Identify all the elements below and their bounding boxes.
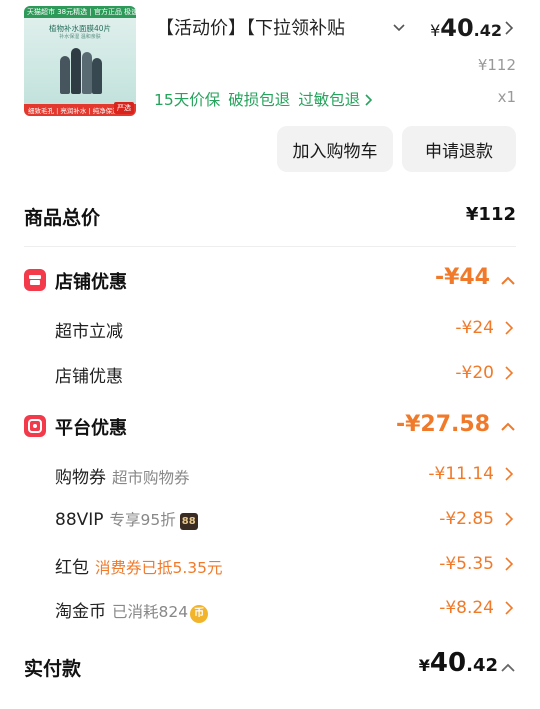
item-sub: 消费券已抵5.35元 xyxy=(95,559,223,577)
platform-icon xyxy=(24,415,46,437)
store-item-label: 超市立减 xyxy=(55,322,123,342)
thumb-top-bar: 天猫超市 38元精选 | 官方正品 极速送达 xyxy=(24,6,136,18)
platform-item-value[interactable]: -¥11.14 xyxy=(428,464,494,484)
vip-badge-icon: 88 xyxy=(179,513,198,530)
store-item-label: 店铺优惠 xyxy=(55,367,123,387)
store-item-value[interactable]: -¥24 xyxy=(455,318,494,338)
item-sub: 超市购物券 xyxy=(112,469,190,487)
item-label: 购物券 xyxy=(55,468,106,488)
chevron-right-icon[interactable] xyxy=(504,366,514,380)
item-label: 淘金币 xyxy=(55,602,106,622)
platform-item-coupon: 购物券 超市购物券 xyxy=(55,463,190,488)
pay-value[interactable]: ¥40.42 xyxy=(419,648,498,678)
item-label: 88VIP xyxy=(55,510,104,530)
platform-discount-value[interactable]: -¥27.58 xyxy=(396,412,490,437)
total-value: ¥112 xyxy=(465,204,516,225)
add-to-cart-button[interactable]: 加入购物车 xyxy=(277,126,393,172)
product-title[interactable]: 【活动价】【下拉领补贴 xyxy=(156,14,386,44)
pay-label: 实付款 xyxy=(24,658,82,680)
guarantee-allergy-return: 过敏包退 xyxy=(298,91,361,109)
price-int: 40 xyxy=(440,14,474,42)
platform-item-vip: 88VIP 专享95折 88 xyxy=(55,508,198,530)
thumb-subtitle: 补水保湿 温和亲肤 xyxy=(59,34,101,40)
item-label: 红包 xyxy=(55,558,89,578)
item-sub: 专享95折 xyxy=(109,511,176,529)
pay-currency: ¥ xyxy=(418,656,430,675)
chevron-right-icon[interactable] xyxy=(504,467,514,481)
product-card[interactable]: 天猫超市 38元精选 | 官方正品 极速送达 植物补水面膜40片 补水保湿 温和… xyxy=(0,0,540,190)
guarantee-price-protect: 15天价保 xyxy=(154,91,221,109)
platform-item-value[interactable]: -¥5.35 xyxy=(439,554,494,574)
platform-item-coins: 淘金币 已消耗824 币 xyxy=(55,597,209,623)
refund-button[interactable]: 申请退款 xyxy=(402,126,516,172)
chevron-right-icon xyxy=(365,94,373,106)
total-label: 商品总价 xyxy=(24,207,101,229)
price-currency: ¥ xyxy=(430,21,441,40)
guarantee-links[interactable]: 15天价保 破损包退 过敏包退 xyxy=(154,88,373,110)
platform-item-value[interactable]: -¥2.85 xyxy=(439,509,494,529)
item-sub: 已消耗824 xyxy=(112,603,189,621)
coin-icon: 币 xyxy=(190,605,209,623)
quantity: x1 xyxy=(497,88,516,106)
store-discount-label: 店铺优惠 xyxy=(55,272,127,293)
chevron-up-icon[interactable] xyxy=(500,275,516,287)
pay-int: 40 xyxy=(429,648,467,678)
thumb-badge: 严选 xyxy=(114,102,134,114)
store-item-value[interactable]: -¥20 xyxy=(455,363,494,383)
chevron-down-icon[interactable] xyxy=(391,20,407,36)
chevron-right-icon[interactable] xyxy=(504,601,514,615)
store-discount-value[interactable]: -¥44 xyxy=(435,265,490,290)
chevron-up-icon[interactable] xyxy=(500,662,516,674)
product-thumbnail[interactable]: 天猫超市 38元精选 | 官方正品 极速送达 植物补水面膜40片 补水保湿 温和… xyxy=(24,6,136,116)
pay-dec: .42 xyxy=(466,655,498,676)
store-icon xyxy=(24,269,46,291)
platform-discount-label: 平台优惠 xyxy=(55,418,127,439)
thumb-bottom-text: 细致毛孔 | 亮润补水 | 纯净保湿 xyxy=(28,107,119,115)
platform-item-redpacket: 红包 消费券已抵5.35元 xyxy=(55,553,223,578)
price-dec: .42 xyxy=(473,21,502,40)
product-price: ¥40.42 xyxy=(430,14,502,42)
platform-item-value[interactable]: -¥8.24 xyxy=(439,598,494,618)
chevron-right-icon[interactable] xyxy=(502,20,516,36)
chevron-right-icon[interactable] xyxy=(504,321,514,335)
chevron-up-icon[interactable] xyxy=(500,421,516,433)
chevron-right-icon[interactable] xyxy=(504,512,514,526)
chevron-right-icon[interactable] xyxy=(504,557,514,571)
thumb-top-text: 天猫超市 38元精选 | 官方正品 极速送达 xyxy=(27,8,136,16)
thumb-figures xyxy=(58,42,102,94)
guarantee-damage-return: 破损包退 xyxy=(228,91,291,109)
divider xyxy=(24,246,516,247)
original-price: ¥112 xyxy=(477,56,516,74)
